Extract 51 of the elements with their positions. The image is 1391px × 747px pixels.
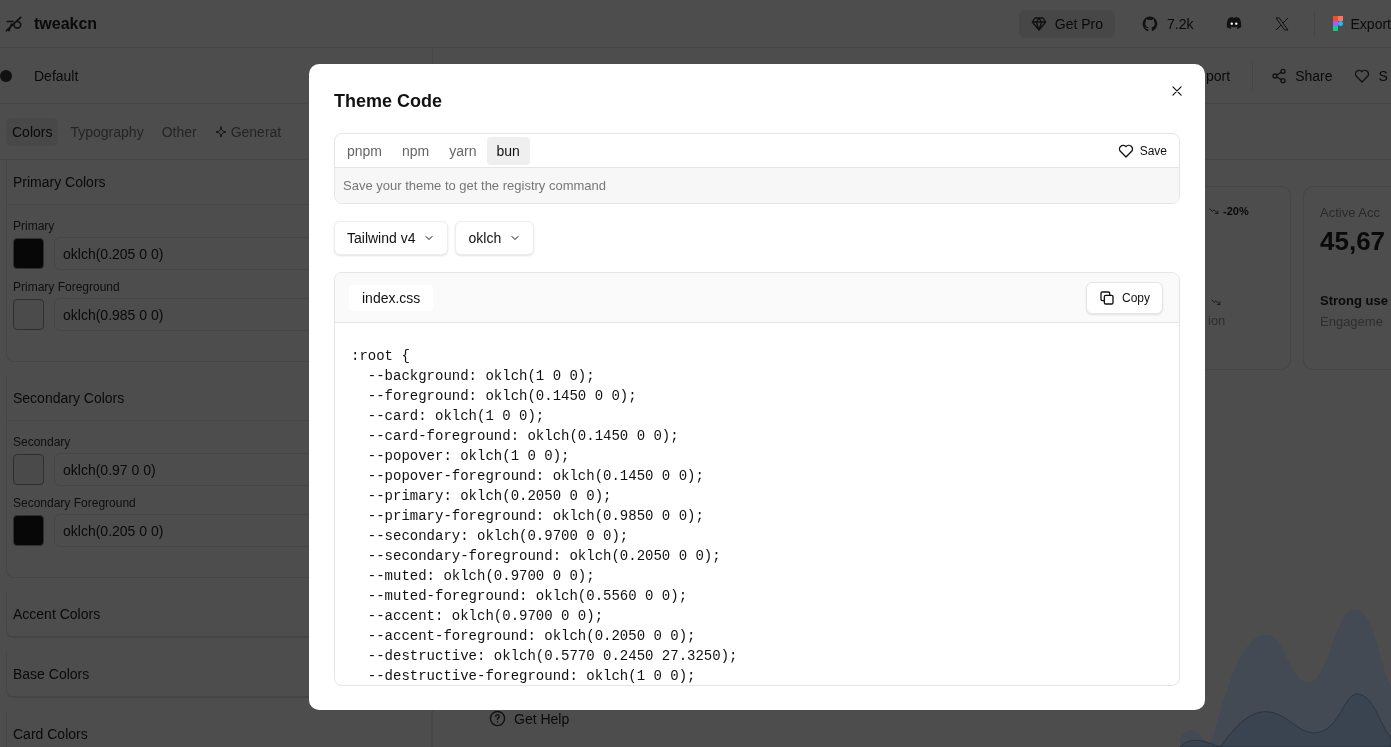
package-manager-tab[interactable]: bun: [486, 136, 530, 165]
sparkle-icon: [214, 125, 227, 138]
diamond-icon: [1030, 15, 1047, 32]
code-line: --secondary-foreground: oklch(0.2050 0 0);: [366, 547, 722, 566]
x-logo-icon: [1273, 15, 1290, 32]
trend-down-icon: [1210, 297, 1222, 307]
section-header[interactable]: Card Colors: [7, 712, 431, 747]
github-icon: [1141, 14, 1160, 33]
heart-icon: [1117, 142, 1134, 159]
dialog-title: Theme Code: [334, 91, 443, 112]
copy-button[interactable]: Copy: [1086, 281, 1163, 314]
menu-item[interactable]: Get Help: [489, 710, 570, 727]
code-line: --primary: oklch(0.2050 0 0);: [366, 487, 613, 506]
get-pro-button[interactable]: Get Pro: [1018, 9, 1116, 38]
file-tab[interactable]: index.css: [349, 284, 434, 311]
color-label: Secondary: [13, 435, 71, 449]
save-button[interactable]: S: [1350, 61, 1388, 90]
format-select[interactable]: Tailwind v4: [334, 221, 449, 255]
logo-icon: [4, 13, 24, 34]
format-select[interactable]: oklch: [455, 221, 535, 255]
code-line: --muted: oklch(0.9700 0 0);: [366, 567, 596, 586]
close-icon: [1170, 84, 1184, 98]
color-label: Primary Foreground: [13, 280, 120, 294]
share-icon: [1271, 67, 1288, 84]
change-label: -20%: [1208, 205, 1249, 217]
color-swatch[interactable]: [13, 515, 44, 546]
card-headline: Strong use: [1320, 293, 1388, 308]
color-swatch[interactable]: [13, 238, 44, 269]
export-button[interactable]: Export: [1313, 9, 1391, 38]
save-button[interactable]: Save: [1109, 138, 1175, 163]
share-button[interactable]: Share: [1267, 61, 1337, 90]
color-swatch[interactable]: [13, 299, 44, 330]
help-icon: [489, 710, 506, 727]
theme-name[interactable]: Default: [34, 67, 79, 84]
trend-down-icon: [1208, 206, 1220, 216]
color-label: Primary: [13, 219, 55, 233]
registry-hint: Save your theme to get the registry command: [335, 167, 1179, 203]
color-swatch[interactable]: [13, 454, 44, 485]
logo-text: tweakcn: [34, 14, 98, 33]
heart-icon: [1354, 67, 1371, 84]
editor-tab[interactable]: Colors: [6, 117, 59, 146]
code-line: :root {: [351, 347, 411, 366]
import-button[interactable]: port: [1206, 61, 1254, 90]
code-line: --card-foreground: oklch(0.1450 0 0);: [366, 427, 680, 446]
color-label: Secondary Foreground: [13, 496, 136, 510]
theme-color-dot: [0, 69, 12, 82]
package-manager-tab[interactable]: yarn: [439, 136, 487, 165]
github-stars-button[interactable]: 7.2k: [1129, 8, 1206, 39]
card-value: 45,67: [1320, 226, 1386, 257]
copy-icon: [1099, 289, 1115, 306]
figma-icon: [1332, 15, 1343, 32]
